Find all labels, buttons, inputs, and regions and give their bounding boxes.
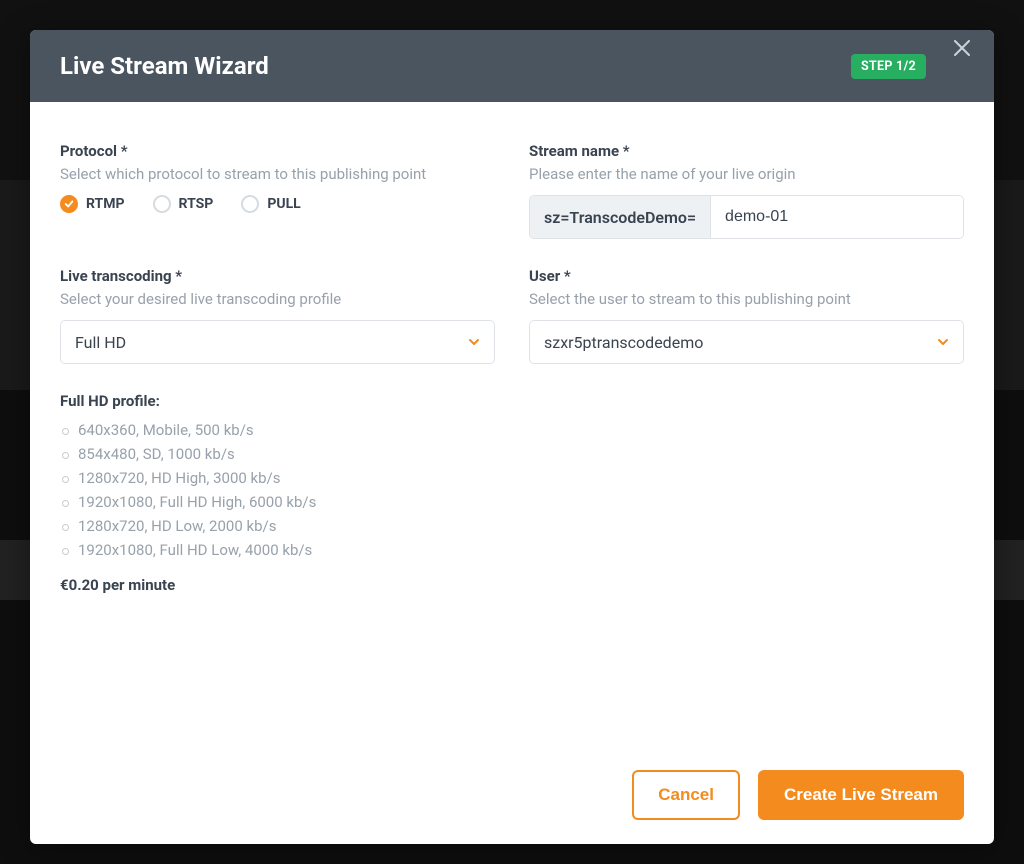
stream-name-input[interactable] (711, 196, 963, 238)
user-label: User * (529, 267, 964, 285)
protocol-label: Protocol * (60, 142, 495, 160)
user-field: User * Select the user to stream to this… (529, 267, 964, 364)
protocol-option-rtmp[interactable]: RTMP (60, 195, 125, 213)
cancel-button[interactable]: Cancel (632, 770, 740, 820)
transcoding-hint: Select your desired live transcoding pro… (60, 290, 495, 308)
profile-item: 1920x1080, Full HD High, 6000 kb/s (60, 490, 495, 514)
create-live-stream-button[interactable]: Create Live Stream (758, 770, 964, 820)
stream-name-field: Stream name * Please enter the name of y… (529, 142, 964, 239)
profile-item: 1280x720, HD High, 3000 kb/s (60, 466, 495, 490)
stream-name-prefix: sz=TranscodeDemo= (530, 196, 711, 238)
protocol-option-rtsp[interactable]: RTSP (153, 195, 214, 213)
radio-label: RTMP (86, 196, 125, 212)
stream-name-label: Stream name * (529, 142, 964, 160)
live-stream-wizard-modal: Live Stream Wizard STEP 1/2 Protocol * S… (30, 30, 994, 844)
close-icon[interactable] (952, 37, 972, 63)
profile-title: Full HD profile: (60, 392, 495, 410)
profile-item: 1920x1080, Full HD Low, 4000 kb/s (60, 538, 495, 562)
radio-label: PULL (267, 196, 300, 212)
profile-price: €0.20 per minute (60, 576, 495, 594)
protocol-option-pull[interactable]: PULL (241, 195, 300, 213)
transcoding-select[interactable]: Full HD (60, 320, 495, 364)
header-right: STEP 1/2 (851, 53, 964, 79)
stream-name-hint: Please enter the name of your live origi… (529, 165, 964, 183)
protocol-options: RTMP RTSP PULL (60, 195, 495, 213)
profile-item: 640x360, Mobile, 500 kb/s (60, 418, 495, 442)
radio-icon (153, 195, 171, 213)
profile-block: Full HD profile: 640x360, Mobile, 500 kb… (60, 392, 495, 594)
transcoding-field: Live transcoding * Select your desired l… (60, 267, 495, 364)
modal-title: Live Stream Wizard (60, 52, 269, 80)
protocol-field: Protocol * Select which protocol to stre… (60, 142, 495, 239)
modal-footer: Cancel Create Live Stream (30, 752, 994, 844)
transcoding-selected-value: Full HD (75, 333, 126, 352)
stream-name-input-group: sz=TranscodeDemo= (529, 195, 964, 239)
radio-icon (60, 195, 78, 213)
profile-item: 1280x720, HD Low, 2000 kb/s (60, 514, 495, 538)
chevron-down-icon (468, 333, 480, 352)
transcoding-label: Live transcoding * (60, 267, 495, 285)
radio-icon (241, 195, 259, 213)
user-selected-value: szxr5ptranscodedemo (544, 333, 703, 352)
user-select[interactable]: szxr5ptranscodedemo (529, 320, 964, 364)
user-hint: Select the user to stream to this publis… (529, 290, 964, 308)
chevron-down-icon (937, 333, 949, 352)
modal-header: Live Stream Wizard STEP 1/2 (30, 30, 994, 102)
protocol-hint: Select which protocol to stream to this … (60, 165, 495, 183)
modal-body: Protocol * Select which protocol to stre… (30, 102, 994, 752)
profile-item: 854x480, SD, 1000 kb/s (60, 442, 495, 466)
profile-list: 640x360, Mobile, 500 kb/s 854x480, SD, 1… (60, 418, 495, 562)
step-badge: STEP 1/2 (851, 54, 926, 79)
radio-label: RTSP (179, 196, 214, 212)
